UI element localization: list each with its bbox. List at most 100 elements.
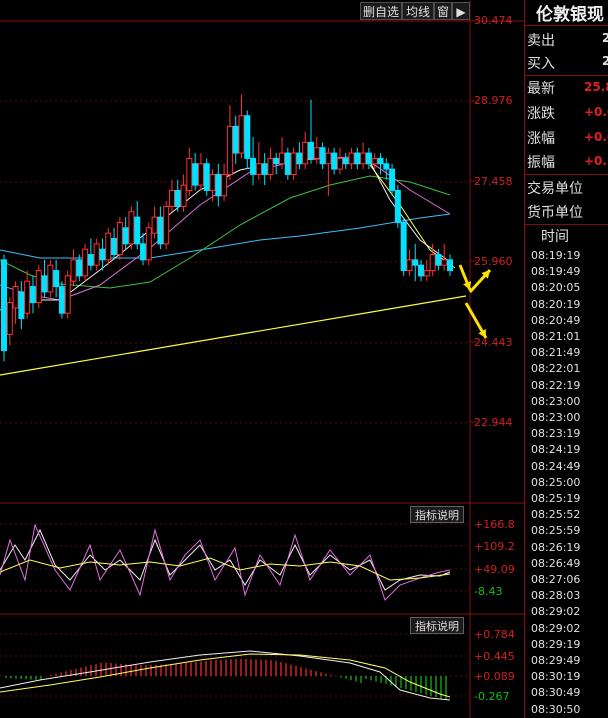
candle-body [122, 227, 129, 245]
candle-body [192, 163, 199, 186]
indicator-help-button[interactable]: 指标说明 [410, 617, 464, 634]
delete-watchlist-button[interactable]: 删自选 [360, 2, 402, 20]
ma-line-fast [369, 164, 456, 269]
candle-body [116, 221, 123, 256]
candle-body [400, 221, 407, 272]
candle-body [273, 157, 280, 165]
candle-body [226, 125, 233, 175]
indicator-tick: +0.784 [474, 628, 515, 641]
candle-body [6, 302, 13, 336]
tick-time: 08:30:50 [531, 702, 581, 716]
indicator-tick: +166.8 [474, 518, 515, 531]
instrument-title: 伦敦银现 [536, 5, 604, 25]
candle-body [145, 227, 152, 261]
candle-body [284, 152, 291, 175]
tick-time: 08:30:49 [531, 686, 581, 700]
candle-body [174, 189, 181, 207]
indicator-tick: +0.445 [474, 650, 515, 663]
tick-time: 08:20:19 [531, 297, 581, 311]
tick-time: 08:28:03 [531, 589, 581, 603]
change-pct-label: 涨幅 [527, 131, 555, 147]
candle-body [111, 237, 118, 256]
tick-time: 08:21:01 [531, 330, 581, 343]
tick-time: 08:21:49 [531, 346, 581, 360]
candle-body [302, 141, 309, 165]
candle-body [197, 163, 204, 186]
price-tick: 30.474 [474, 14, 513, 27]
candle-body [163, 205, 170, 245]
candle-body [105, 232, 112, 261]
candle-body [319, 147, 326, 165]
candle-body [180, 184, 187, 207]
tick-time: 08:29:02 [531, 621, 581, 635]
time-header: 时间 [541, 229, 569, 245]
candle-body [418, 264, 425, 277]
currency-unit-label: 货币单位 [527, 205, 583, 221]
candle-body [128, 211, 135, 245]
change-pct-value: +0.0 [584, 130, 608, 144]
candle-body [18, 291, 25, 320]
candle-body [331, 152, 338, 170]
candle-body [53, 270, 60, 288]
tick-time: 08:29:19 [531, 637, 581, 651]
tick-time: 08:23:00 [531, 394, 581, 408]
candle-body [360, 152, 367, 165]
buy-label: 买入 [527, 56, 555, 72]
sell-label: 卖出 [527, 33, 555, 49]
candle-body [279, 152, 286, 165]
window-button[interactable]: 窗 [434, 2, 452, 20]
kdj-line-j [0, 523, 451, 601]
candle-body [267, 157, 274, 175]
candle-body [342, 157, 349, 165]
candle-body [29, 286, 36, 304]
candle-body [441, 259, 448, 266]
candle-body [12, 286, 19, 309]
tick-time: 08:23:00 [531, 411, 581, 424]
candle-body [35, 270, 42, 304]
trade-unit-label: 交易单位 [527, 181, 583, 197]
candle-body [70, 259, 77, 282]
candle-body [82, 248, 89, 277]
candle-body [423, 270, 430, 277]
tick-time: 08:22:19 [531, 378, 581, 392]
price-tick: 24.443 [474, 336, 513, 349]
sell-value: 2 [602, 31, 608, 45]
tick-time: 08:26:49 [531, 556, 581, 570]
last-label: 最新 [527, 81, 555, 97]
candle-body [261, 163, 268, 175]
price-tick: 25.960 [474, 255, 513, 268]
ma-line-long [0, 213, 451, 259]
candle-body [244, 115, 251, 159]
candle-body [221, 173, 228, 197]
amplitude-label: 振幅 [527, 155, 555, 171]
tick-time: 08:25:59 [531, 524, 581, 538]
tick-time: 08:20:49 [531, 313, 581, 327]
candle-body [365, 152, 372, 165]
last-value: 25.8 [584, 80, 608, 94]
candle-body [24, 280, 31, 314]
change-label: 涨跌 [527, 106, 555, 122]
candle-body [134, 216, 141, 245]
kdj-line-k [0, 528, 451, 591]
candle-body [186, 157, 193, 191]
indicator-help-button[interactable]: 指标说明 [410, 506, 464, 523]
candle-body [412, 259, 419, 266]
candlestick-chart[interactable] [0, 0, 524, 718]
candle-body [41, 275, 48, 293]
pin-icon[interactable]: ▶ [452, 2, 470, 20]
tick-time: 08:26:19 [531, 540, 581, 554]
candle-body [93, 243, 100, 266]
candle-body [377, 157, 384, 165]
candle-body [64, 275, 71, 314]
candle-body [87, 254, 94, 266]
candle-body [76, 259, 83, 277]
candle-body [157, 216, 164, 245]
buy-value: 2 [602, 54, 608, 68]
candle-body [47, 264, 54, 293]
candle-body [371, 157, 378, 165]
moving-average-button[interactable]: 均线 [402, 2, 434, 20]
candle-body [238, 115, 245, 154]
indicator-tick: -0.267 [474, 690, 510, 703]
candle-body [1, 259, 7, 352]
candle-body [168, 189, 175, 207]
